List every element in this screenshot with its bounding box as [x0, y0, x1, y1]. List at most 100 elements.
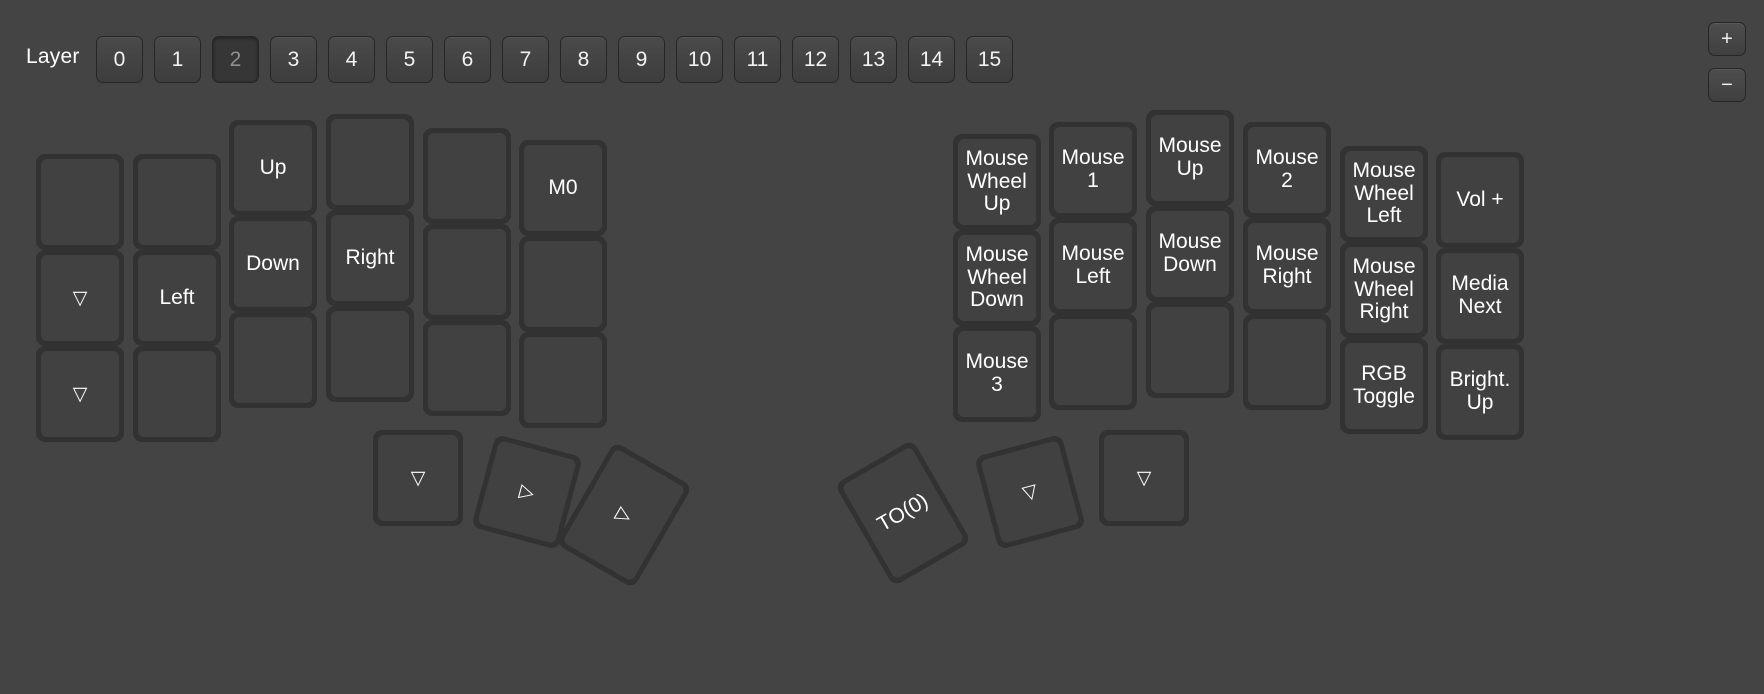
- layer-button-11[interactable]: 11: [734, 36, 781, 83]
- layer-button-5[interactable]: 5: [386, 36, 433, 83]
- key-label: Right: [345, 245, 395, 269]
- left-r3-c5[interactable]: [423, 320, 511, 416]
- right-r1-c4[interactable]: Mouse 2: [1243, 122, 1331, 218]
- left-r3-c6[interactable]: [519, 332, 607, 428]
- keycap-surface: Mouse Up: [1151, 115, 1229, 201]
- layer-button-3[interactable]: 3: [270, 36, 317, 83]
- left-r2-c1[interactable]: ▽: [36, 250, 124, 346]
- key-label: Mouse 1: [1061, 146, 1125, 192]
- right-r3-c3[interactable]: [1146, 302, 1234, 398]
- right-thumb-2[interactable]: ▽: [974, 433, 1086, 551]
- layer-button-6[interactable]: 6: [444, 36, 491, 83]
- right-r1-c3[interactable]: Mouse Up: [1146, 110, 1234, 206]
- layer-button-2[interactable]: 2: [212, 36, 259, 83]
- right-r3-c6[interactable]: Bright. Up: [1436, 344, 1524, 440]
- keycap-surface: Mouse 2: [1248, 127, 1326, 213]
- layer-button-1[interactable]: 1: [154, 36, 201, 83]
- key-label: Left: [159, 285, 195, 309]
- right-r2-c4[interactable]: Mouse Right: [1243, 218, 1331, 314]
- keycap-surface: [1151, 307, 1229, 393]
- layer-button-13[interactable]: 13: [850, 36, 897, 83]
- left-r2-c3[interactable]: Down: [229, 216, 317, 312]
- right-r1-c6[interactable]: Vol +: [1436, 152, 1524, 248]
- keycap-surface: [524, 241, 602, 327]
- right-r1-c5[interactable]: Mouse Wheel Left: [1340, 146, 1428, 242]
- keycap-surface: ▽: [378, 435, 458, 521]
- keycap-surface: Mouse Left: [1054, 223, 1132, 309]
- left-r2-c4[interactable]: Right: [326, 210, 414, 306]
- left-r1-c2[interactable]: [133, 154, 221, 250]
- keycap-surface: TO(0): [841, 446, 965, 580]
- right-r2-c2[interactable]: Mouse Left: [1049, 218, 1137, 314]
- left-r2-c5[interactable]: [423, 224, 511, 320]
- key-glyph-icon: ▷: [517, 479, 537, 505]
- keycap-surface: [1054, 319, 1132, 405]
- key-glyph-icon: ▽: [1136, 467, 1152, 489]
- keycap-surface: ▽: [980, 440, 1080, 544]
- left-r1-c6[interactable]: M0: [519, 140, 607, 236]
- layer-button-9[interactable]: 9: [618, 36, 665, 83]
- keycap-surface: [428, 133, 506, 219]
- left-r2-c6[interactable]: [519, 236, 607, 332]
- key-label: Mouse Left: [1061, 242, 1125, 288]
- key-label: Mouse Wheel Down: [965, 242, 1029, 312]
- right-r2-c3[interactable]: Mouse Down: [1146, 206, 1234, 302]
- keycap-surface: M0: [524, 145, 602, 231]
- keycap-surface: Mouse 1: [1054, 127, 1132, 213]
- right-r3-c4[interactable]: [1243, 314, 1331, 410]
- key-label: Mouse Down: [1158, 230, 1222, 276]
- right-thumb-3[interactable]: ▽: [1099, 430, 1189, 526]
- right-r1-c2[interactable]: Mouse 1: [1049, 122, 1137, 218]
- keycap-surface: [1248, 319, 1326, 405]
- right-r2-c1[interactable]: Mouse Wheel Down: [953, 230, 1041, 326]
- key-label: M0: [548, 175, 578, 199]
- keycap-surface: Mouse Wheel Right: [1345, 247, 1423, 333]
- keycap-surface: Mouse 3: [958, 331, 1036, 417]
- layer-button-12[interactable]: 12: [792, 36, 839, 83]
- key-glyph-icon: ▽: [72, 383, 88, 405]
- layer-button-14[interactable]: 14: [908, 36, 955, 83]
- right-r1-c1[interactable]: Mouse Wheel Up: [953, 134, 1041, 230]
- right-r3-c2[interactable]: [1049, 314, 1137, 410]
- left-r3-c1[interactable]: ▽: [36, 346, 124, 442]
- right-thumb-1[interactable]: TO(0): [834, 439, 972, 587]
- keycap-surface: Mouse Down: [1151, 211, 1229, 297]
- left-r2-c2[interactable]: Left: [133, 250, 221, 346]
- left-r3-c4[interactable]: [326, 306, 414, 402]
- zoom-in-button[interactable]: +: [1708, 22, 1746, 56]
- layer-button-10[interactable]: 10: [676, 36, 723, 83]
- keycap-surface: Left: [138, 255, 216, 341]
- key-label: Mouse 3: [965, 350, 1029, 396]
- layer-button-4[interactable]: 4: [328, 36, 375, 83]
- keycap-surface: Bright. Up: [1441, 349, 1519, 435]
- layer-button-0[interactable]: 0: [96, 36, 143, 83]
- keycap-surface: Right: [331, 215, 409, 301]
- key-label: Media Next: [1451, 272, 1509, 318]
- key-label: Mouse Wheel Right: [1352, 254, 1416, 324]
- zoom-out-button[interactable]: −: [1708, 68, 1746, 102]
- layer-button-7[interactable]: 7: [502, 36, 549, 83]
- left-r1-c4[interactable]: [326, 114, 414, 210]
- right-r3-c1[interactable]: Mouse 3: [953, 326, 1041, 422]
- keycap-surface: ▽: [41, 255, 119, 341]
- right-r2-c5[interactable]: Mouse Wheel Right: [1340, 242, 1428, 338]
- layer-button-15[interactable]: 15: [966, 36, 1013, 83]
- keycap-surface: Mouse Wheel Left: [1345, 151, 1423, 237]
- right-r3-c5[interactable]: RGB Toggle: [1340, 338, 1428, 434]
- left-r1-c5[interactable]: [423, 128, 511, 224]
- left-r1-c1[interactable]: [36, 154, 124, 250]
- left-thumb-1[interactable]: ▽: [373, 430, 463, 526]
- keycap-surface: [138, 159, 216, 245]
- left-r3-c3[interactable]: [229, 312, 317, 408]
- layer-label: Layer: [26, 45, 80, 68]
- keycap-surface: Mouse Wheel Up: [958, 139, 1036, 225]
- keycap-surface: Mouse Right: [1248, 223, 1326, 309]
- right-r2-c6[interactable]: Media Next: [1436, 248, 1524, 344]
- keycap-surface: Up: [234, 125, 312, 211]
- keycap-surface: ▷: [562, 448, 686, 582]
- layer-button-8[interactable]: 8: [560, 36, 607, 83]
- key-label: Mouse Wheel Left: [1352, 158, 1416, 228]
- keycap-surface: Mouse Wheel Down: [958, 235, 1036, 321]
- left-r1-c3[interactable]: Up: [229, 120, 317, 216]
- left-r3-c2[interactable]: [133, 346, 221, 442]
